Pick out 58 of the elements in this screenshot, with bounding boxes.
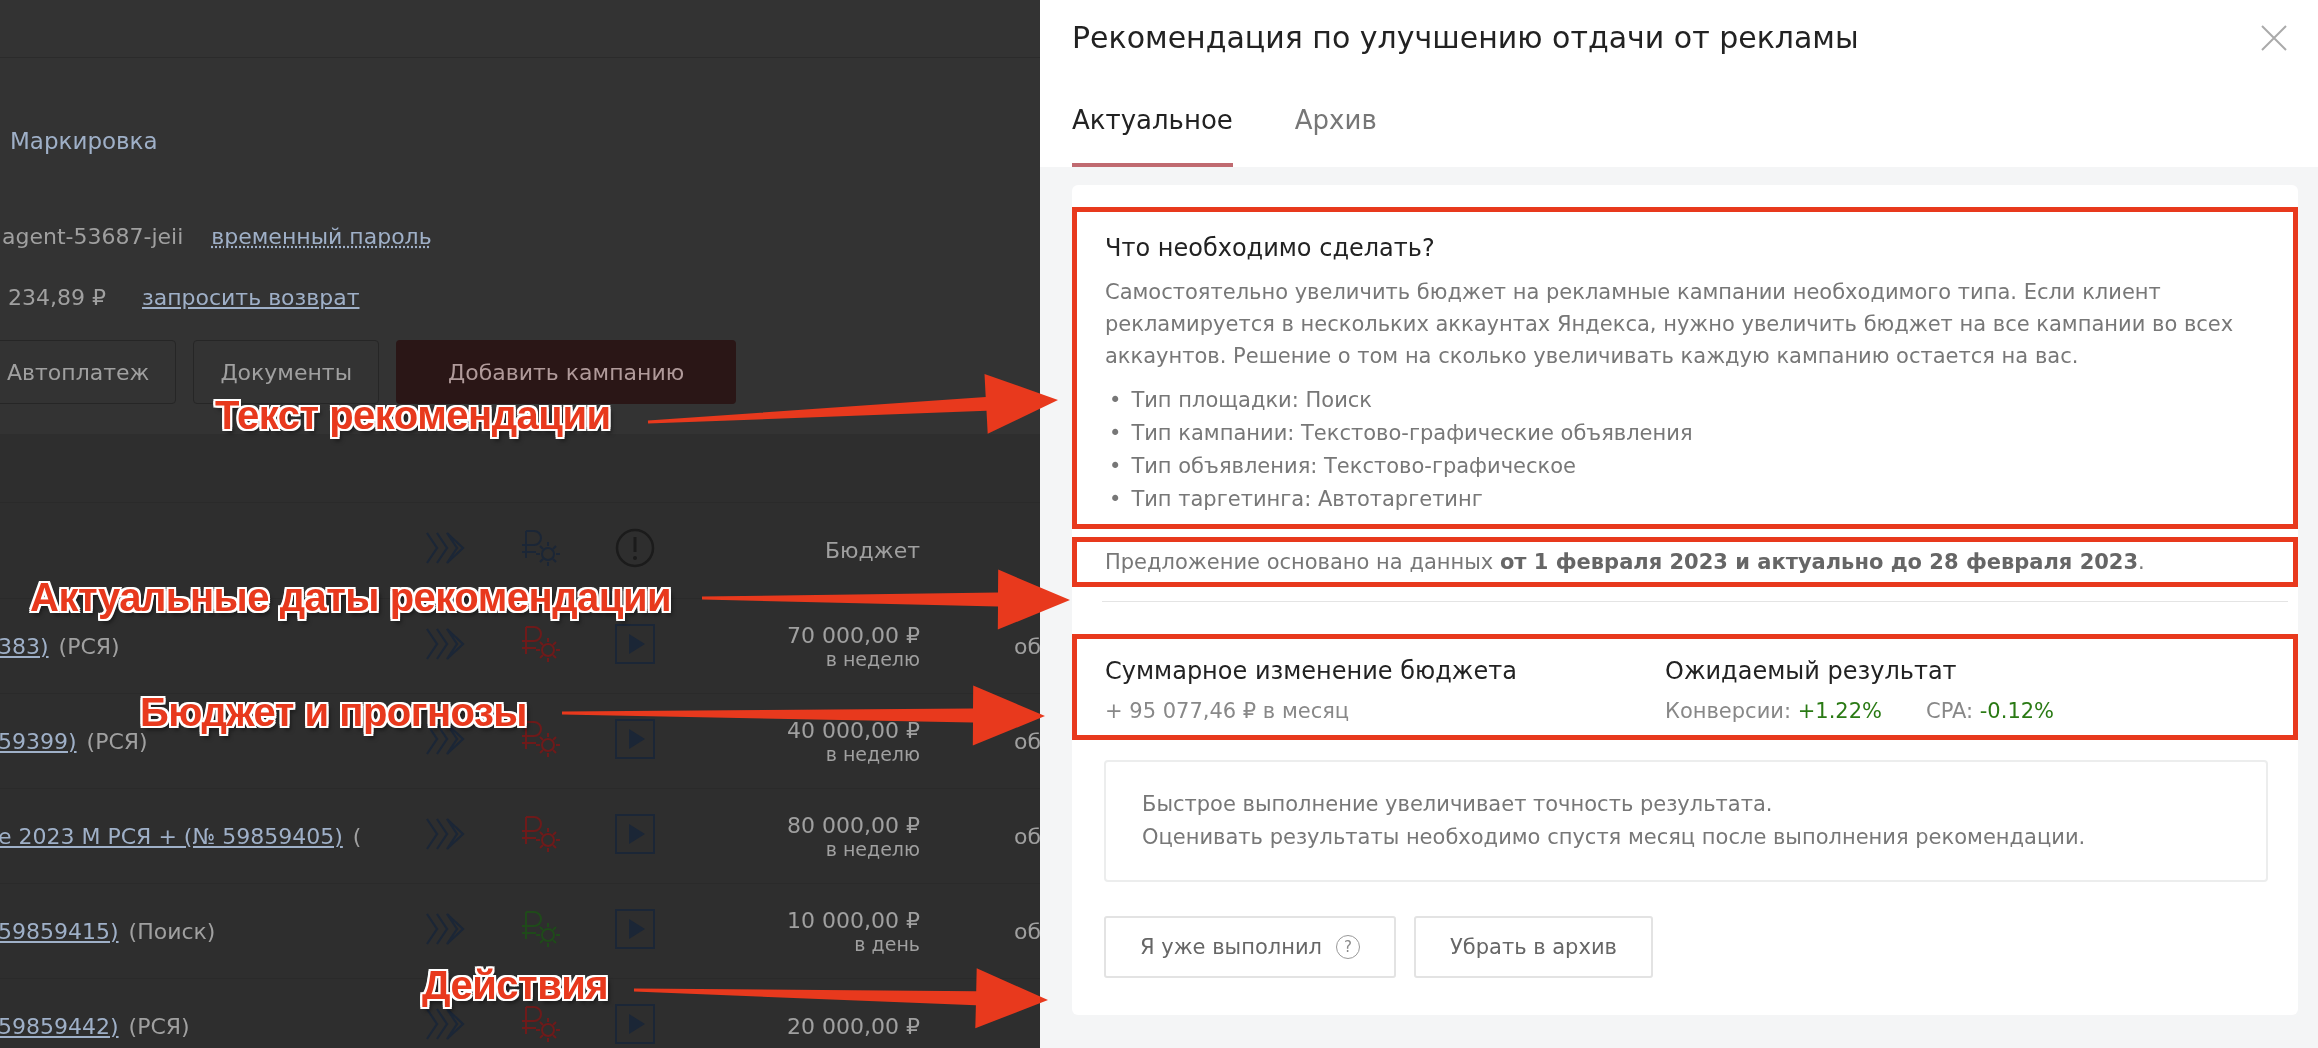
bullet-marker: •: [1109, 387, 1122, 414]
table-cell: об: [1014, 633, 1040, 659]
recommendation-text: Самостоятельно увеличить бюджет на рекламные кампании необходимого типа. Если клиент рекламируется в нескольких аккаунтах Яндекса, нужно увеличить бюджет на все кампании во всех аккаунтов. Решение о том на сколько увеличивать каждую кампанию остается на вас.: [1105, 279, 2235, 370]
budget-value: 10 000,00 ₽: [787, 907, 920, 933]
campaign-link[interactable]: е 2023 М РСЯ + (№ 59859405): [0, 823, 343, 849]
campaign-link[interactable]: 59859442): [0, 1013, 119, 1039]
action-button[interactable]: Убрать в архив: [1413, 916, 1653, 978]
campaign-link[interactable]: 383): [0, 633, 49, 659]
bullet-item: Тип объявления: Текстово-графическое: [1131, 453, 1577, 480]
budget-value: 80 000,00 ₽: [787, 812, 920, 838]
campaign-type: (Поиск): [128, 918, 216, 944]
bullet-item: Тип кампании: Текстово-графические объявления: [1131, 420, 1693, 447]
tab[interactable]: Архив: [1294, 105, 1377, 167]
annotation-label: Актуальные даты рекомендации: [30, 574, 672, 620]
section-heading: Ожидаемый результат: [1665, 657, 1958, 685]
budget-period: в день: [854, 932, 920, 955]
dates-text: Предложение основано на данных от 1 февраля 2023 и актуально до 28 февраля 2023.: [1105, 549, 2146, 576]
password-link[interactable]: временный пароль: [211, 224, 432, 249]
metric-label: Конверсии:: [1665, 699, 1792, 723]
budget-change: + 95 077,46 ₽ в месяц: [1105, 699, 1350, 723]
metric-label: CPA:: [1926, 699, 1974, 723]
close-icon[interactable]: [2260, 23, 2288, 52]
page-button[interactable]: Автоплатеж: [0, 340, 177, 404]
section-heading: Суммарное изменение бюджета: [1105, 657, 1518, 685]
metric-value: -0.12%: [1979, 699, 2055, 723]
metric-value: +1.22%: [1797, 699, 1883, 723]
campaign-type: (РСЯ): [128, 1013, 190, 1039]
refund-link[interactable]: запросить возврат: [141, 285, 360, 310]
budget-period: в неделю: [825, 647, 920, 670]
balance-text: 234,89 ₽: [8, 285, 106, 310]
campaign-type: (РСЯ): [58, 633, 120, 659]
play-icon[interactable]: [615, 718, 655, 759]
info-text: Оценивать результаты необходимо спустя месяц после выполнения рекомендации.: [1142, 824, 2087, 851]
add-campaign-button[interactable]: Добавить кампанию: [396, 340, 737, 404]
budget-period: в неделю: [825, 837, 920, 860]
budget-value: 20 000,00 ₽: [787, 1013, 920, 1039]
budget-value: 70 000,00 ₽: [787, 622, 920, 648]
login-text: agent-53687-jeii: [2, 224, 184, 249]
section-heading: Что необходимо сделать?: [1105, 234, 1436, 262]
budget-value: 40 000,00 ₽: [787, 717, 920, 743]
menu-item[interactable]: Маркировка: [10, 128, 1040, 154]
campaign-link[interactable]: 59399): [0, 728, 77, 754]
campaign-link[interactable]: 59859415): [0, 918, 119, 944]
info-text: Быстрое выполнение увеличивает точность результата.: [1142, 791, 1774, 818]
campaign-type: (: [352, 823, 362, 849]
table-cell: об: [1014, 823, 1040, 849]
bullet-marker: •: [1109, 420, 1122, 447]
bullet-item: Тип площадки: Поиск: [1131, 387, 1373, 414]
budget-period: в неделю: [825, 742, 920, 765]
table-cell: об: [1014, 728, 1040, 754]
annotation-label: Действия: [422, 962, 609, 1008]
table-cell: об: [1014, 918, 1040, 944]
panel-title: Рекомендация по улучшению отдачи от рекламы: [1072, 20, 1859, 55]
action-button[interactable]: Я уже выполнил ?: [1104, 916, 1396, 978]
column-header: Бюджет: [825, 538, 920, 563]
bullet-item: Тип таргетинга: Автотаргетинг: [1131, 486, 1483, 513]
bullet-marker: •: [1109, 486, 1122, 513]
bullet-marker: •: [1109, 453, 1122, 480]
